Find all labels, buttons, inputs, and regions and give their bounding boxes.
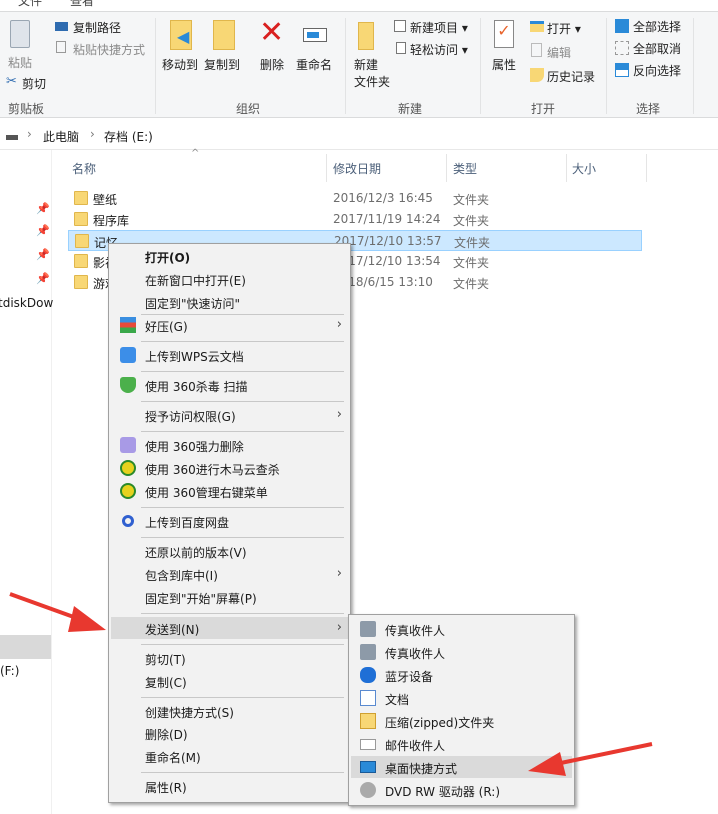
annotation-arrows: [9, 592, 653, 776]
red-arrow-icon: [528, 742, 653, 776]
red-arrow-icon: [9, 592, 106, 632]
